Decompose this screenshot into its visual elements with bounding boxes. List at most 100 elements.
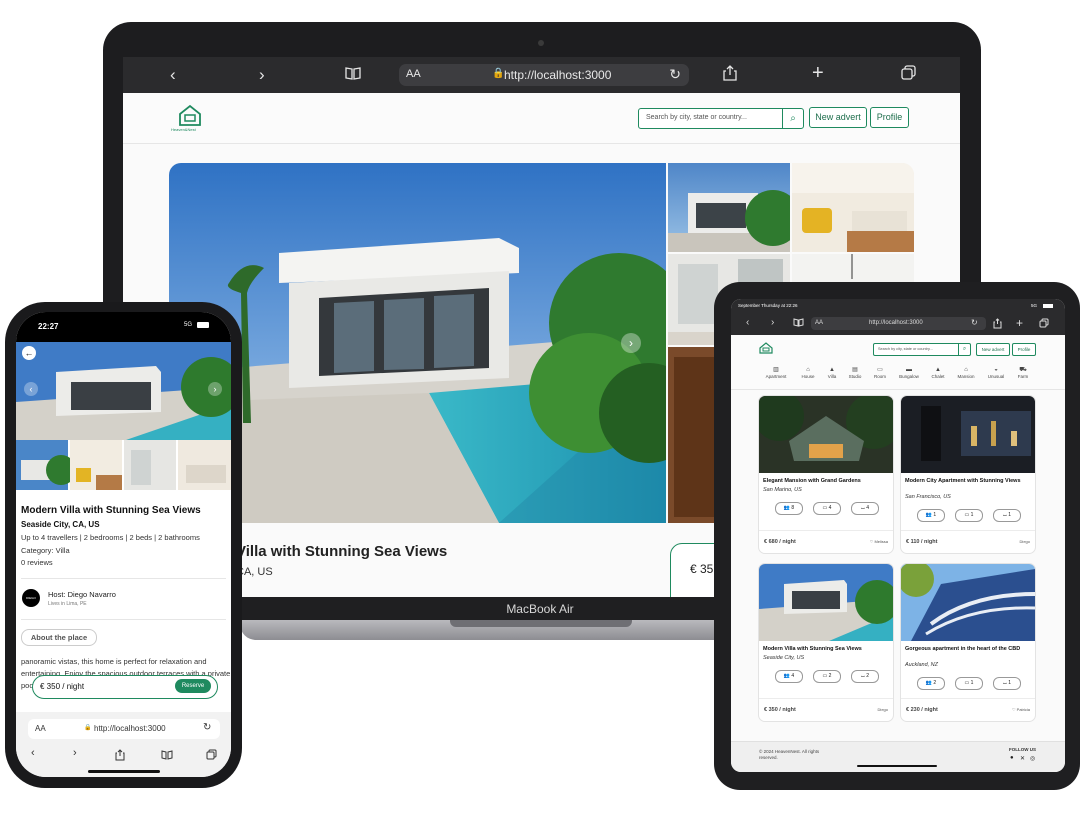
site-header: Heaven&Nest Search by city, state or cou… bbox=[123, 93, 960, 144]
back-icon[interactable]: ‹ bbox=[31, 747, 35, 759]
gallery-thumb-2[interactable] bbox=[792, 163, 914, 252]
travellers-badge: 👥 4 bbox=[775, 670, 803, 683]
card-price: € 110 / night bbox=[906, 539, 938, 545]
listing-card-image[interactable] bbox=[901, 564, 1035, 641]
card-location: Seaside City, US bbox=[763, 655, 805, 661]
card-location: San Francisco, US bbox=[905, 494, 951, 500]
card-footer: € 350 / night Diego bbox=[759, 698, 893, 721]
house-icon: ⌂ bbox=[806, 367, 810, 373]
reload-icon[interactable]: ↻ bbox=[971, 318, 978, 327]
host-location: Lives in Lima, PE bbox=[48, 601, 87, 607]
main-listing-photo[interactable]: › bbox=[169, 163, 699, 523]
house-logo-icon[interactable] bbox=[178, 104, 202, 126]
phone-screen: 22:27 5G ← ‹ › Modern Villa with Stunnin… bbox=[16, 312, 231, 777]
search-input[interactable]: Search by city, state or country... ⌕ bbox=[873, 343, 971, 356]
category-mansion[interactable]: ⌂ Mansion bbox=[954, 366, 978, 379]
share-icon[interactable] bbox=[993, 318, 1002, 332]
search-input[interactable]: Search by city, state or country... ⌕ bbox=[638, 108, 804, 129]
travellers-count: 8 bbox=[791, 505, 795, 511]
search-icon[interactable]: ⌕ bbox=[958, 344, 970, 355]
reader-aa-icon[interactable]: AA bbox=[406, 68, 421, 80]
instagram-icon[interactable]: ◎ bbox=[1030, 755, 1035, 762]
category-label: Farm bbox=[1017, 374, 1029, 379]
profile-button[interactable]: Profile bbox=[870, 107, 909, 128]
back-icon[interactable]: ‹ bbox=[170, 65, 176, 85]
bookmarks-icon[interactable] bbox=[161, 750, 173, 763]
laptop-safari-toolbar: ‹ › AA 🔒 http://localhost:3000 ↻ + bbox=[123, 57, 960, 93]
forward-icon[interactable]: › bbox=[73, 747, 77, 759]
tabs-overview-icon[interactable] bbox=[901, 65, 916, 85]
price-text: € 35 bbox=[690, 562, 714, 576]
category-farm[interactable]: ⛟ Farm bbox=[1011, 366, 1035, 379]
beds-badge: ▭ 4 bbox=[813, 502, 841, 515]
tablet-site-header: Search by city, state or country... ⌕ Ne… bbox=[731, 335, 1065, 359]
reader-aa-icon[interactable]: AA bbox=[815, 320, 823, 326]
listing-card-image[interactable] bbox=[759, 564, 893, 641]
tablet-url-text: http://localhost:3000 bbox=[869, 320, 923, 326]
reload-icon[interactable]: ↻ bbox=[669, 66, 681, 83]
next-photo-icon[interactable]: › bbox=[208, 382, 222, 396]
card-price: € 230 / night bbox=[906, 707, 938, 713]
travellers-badge: 👥 2 bbox=[917, 677, 945, 690]
back-arrow-icon[interactable]: ← bbox=[22, 346, 36, 360]
house-logo-icon[interactable] bbox=[759, 341, 773, 359]
category-label: Mansion bbox=[957, 374, 975, 379]
farm-icon: ⛟ bbox=[1019, 367, 1027, 373]
avatar[interactable]: DIEGO NAVARRO bbox=[22, 589, 40, 618]
new-tab-icon[interactable]: + bbox=[812, 63, 824, 83]
baths-badge: ⌴ 4 bbox=[851, 502, 879, 515]
next-photo-arrow-icon[interactable]: › bbox=[621, 333, 641, 353]
listing-card[interactable]: Modern City Apartment with Stunning View… bbox=[900, 395, 1036, 554]
new-advert-button[interactable]: New advert bbox=[809, 107, 867, 128]
phone-listing-photo[interactable]: ← ‹ › bbox=[16, 342, 231, 440]
forward-icon[interactable]: › bbox=[771, 317, 774, 328]
phone-url-text: http://localhost:3000 bbox=[94, 724, 166, 733]
card-location: San Marino, US bbox=[763, 487, 802, 493]
category-unusual[interactable]: ◒ Unusual bbox=[984, 366, 1008, 379]
tablet-address-bar[interactable]: AA http://localhost:3000 ↻ bbox=[811, 317, 986, 330]
logo-text: Heaven&Nest bbox=[171, 127, 196, 132]
category-label: Apartment bbox=[765, 374, 787, 379]
profile-button[interactable]: Profile bbox=[1012, 343, 1036, 356]
tabs-overview-icon[interactable] bbox=[1039, 318, 1049, 331]
forward-icon[interactable]: › bbox=[259, 65, 265, 85]
category-apartment[interactable]: ▥ Apartment bbox=[764, 366, 788, 379]
bookmarks-icon[interactable] bbox=[345, 65, 361, 85]
share-icon[interactable] bbox=[115, 749, 125, 764]
card-footer: € 680 / night ♡ Melissa bbox=[759, 530, 893, 553]
category-house[interactable]: ⌂ House bbox=[796, 366, 820, 379]
share-icon[interactable] bbox=[723, 65, 737, 86]
listing-card[interactable]: Gorgeous apartment in the heart of the C… bbox=[900, 563, 1036, 722]
bookmarks-icon[interactable] bbox=[793, 318, 804, 330]
search-icon[interactable]: ⌕ bbox=[782, 109, 803, 128]
category-chalet[interactable]: ▲ Chalet bbox=[926, 366, 950, 379]
reload-icon[interactable]: ↻ bbox=[203, 722, 211, 733]
github-icon[interactable]: ● bbox=[1010, 755, 1014, 761]
listing-card-image[interactable] bbox=[759, 396, 893, 473]
new-advert-button[interactable]: New advert bbox=[976, 343, 1010, 356]
tablet-signal: 5G bbox=[1031, 303, 1038, 308]
tablet-footer: © 2024 HeavenNest. All rights reserved. … bbox=[731, 741, 1065, 772]
travellers-count: 2 bbox=[933, 680, 937, 686]
phone-price: € 350 / night bbox=[40, 682, 85, 691]
reader-aa-icon[interactable]: AA bbox=[35, 724, 46, 733]
prev-photo-icon[interactable]: ‹ bbox=[24, 382, 38, 396]
new-tab-icon[interactable]: + bbox=[1016, 316, 1023, 330]
listing-card[interactable]: Modern Villa with Stunning Sea Views Sea… bbox=[758, 563, 894, 722]
divider bbox=[21, 578, 226, 579]
reserve-button[interactable]: Reserve bbox=[175, 679, 211, 693]
x-icon[interactable]: ✕ bbox=[1020, 755, 1025, 762]
listing-card[interactable]: Elegant Mansion with Grand Gardens San M… bbox=[758, 395, 894, 554]
tabs-overview-icon[interactable] bbox=[206, 749, 217, 763]
category-bungalow[interactable]: ▬ Bungalow bbox=[897, 366, 921, 379]
category-studio[interactable]: ▤ Studio bbox=[843, 366, 867, 379]
listing-card-image[interactable] bbox=[901, 396, 1035, 473]
card-title: Elegant Mansion with Grand Gardens bbox=[763, 478, 861, 484]
back-icon[interactable]: ‹ bbox=[746, 317, 749, 328]
about-place-chip[interactable]: About the place bbox=[21, 629, 97, 646]
gallery-thumb-1[interactable] bbox=[668, 163, 790, 252]
laptop-address-bar[interactable]: AA 🔒 http://localhost:3000 ↻ bbox=[399, 64, 689, 86]
phone-address-bar[interactable]: AA 🔒 http://localhost:3000 ↻ bbox=[28, 719, 220, 739]
category-room[interactable]: ▭ Room bbox=[868, 366, 892, 379]
category-villa[interactable]: ▲ Villa bbox=[820, 366, 844, 379]
